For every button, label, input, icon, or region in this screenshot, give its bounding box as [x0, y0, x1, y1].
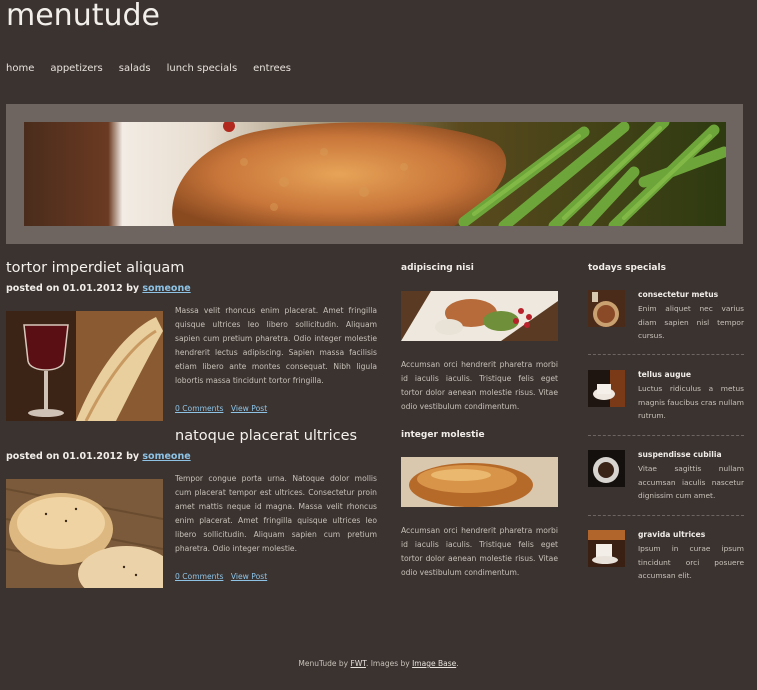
- post-links: 0 Comments View Post: [175, 404, 272, 413]
- footer-link-image-base[interactable]: Image Base: [412, 659, 456, 668]
- view-post-link[interactable]: View Post: [231, 404, 267, 413]
- post-image-pita-bread: [6, 479, 163, 588]
- view-post-link[interactable]: View Post: [231, 572, 267, 581]
- nav-item-entrees[interactable]: entrees: [253, 63, 291, 74]
- nav-item-home[interactable]: home: [6, 63, 34, 74]
- post-title[interactable]: tortor imperdiet aliquam: [6, 260, 184, 276]
- site-title[interactable]: menutude: [6, 0, 160, 33]
- special-title[interactable]: tellus augue: [638, 370, 691, 379]
- nav-item-salads[interactable]: salads: [119, 63, 151, 74]
- footer-text: . Images by: [365, 659, 413, 668]
- comments-link[interactable]: 0 Comments: [175, 572, 223, 581]
- post-meta: posted on 01.01.2012 by someone: [6, 283, 191, 294]
- footer-text: .: [456, 659, 459, 668]
- post-image-wine-bread: [6, 311, 163, 421]
- post-date: posted on 01.01.2012 by: [6, 283, 140, 294]
- nav-item-appetizers[interactable]: appetizers: [50, 63, 102, 74]
- special-title[interactable]: suspendisse cubilia: [638, 450, 722, 459]
- post-excerpt: Tempor congue porta urna. Natoque dolor …: [175, 474, 377, 553]
- footer: MenuTude by FWT. Images by Image Base.: [0, 659, 757, 668]
- divider: [588, 354, 744, 355]
- special-thumb: [588, 290, 625, 327]
- special-thumb: [588, 530, 625, 567]
- divider: [588, 515, 744, 516]
- post-meta: posted on 01.01.2012 by someone: [6, 451, 191, 462]
- post-date: posted on 01.01.2012 by: [6, 451, 140, 462]
- column-text: Accumsan orci hendrerit pharetra morbi i…: [401, 526, 558, 577]
- post-author-link[interactable]: someone: [142, 283, 190, 294]
- post-excerpt: Massa velit rhoncus enim placerat. Amet …: [175, 306, 377, 385]
- post-links: 0 Comments View Post: [175, 572, 272, 581]
- special-item[interactable]: consectetur metus Enim aliquet nec variu…: [588, 290, 744, 350]
- main-nav: home appetizers salads lunch specials en…: [6, 63, 291, 74]
- column-heading[interactable]: adipiscing nisi: [401, 263, 474, 273]
- special-item[interactable]: suspendisse cubilia Vitae sagittis nulla…: [588, 450, 744, 510]
- column-text: Accumsan orci hendrerit pharetra morbi i…: [401, 360, 558, 411]
- specials-heading: todays specials: [588, 263, 666, 273]
- special-thumb: [588, 450, 625, 487]
- hero-frame: [6, 104, 743, 244]
- dish-image-plate: [401, 291, 558, 341]
- special-item[interactable]: tellus augue Luctus ridiculus a metus ma…: [588, 370, 744, 430]
- special-text: Ipsum in curae ipsum tincidunt orci posu…: [638, 544, 744, 580]
- special-title[interactable]: consectetur metus: [638, 290, 718, 299]
- special-text: Luctus ridiculus a metus magnis faucibus…: [638, 384, 744, 420]
- nav-item-lunch-specials[interactable]: lunch specials: [167, 63, 238, 74]
- special-thumb: [588, 370, 625, 407]
- column-heading[interactable]: integer molestie: [401, 430, 485, 440]
- post-title[interactable]: natoque placerat ultrices: [175, 428, 357, 444]
- divider: [588, 435, 744, 436]
- special-text: Enim aliquet nec varius diam sapien nisl…: [638, 304, 744, 340]
- special-item[interactable]: gravida ultrices Ipsum in curae ipsum ti…: [588, 530, 744, 590]
- post-author-link[interactable]: someone: [142, 451, 190, 462]
- hero-food-image: [24, 122, 726, 226]
- footer-text: MenuTude by: [298, 659, 351, 668]
- special-title[interactable]: gravida ultrices: [638, 530, 705, 539]
- dish-image-bread: [401, 457, 558, 507]
- footer-link-fwt[interactable]: FWT: [351, 659, 366, 668]
- special-text: Vitae sagittis nullam accumsan iaculis n…: [638, 464, 744, 500]
- comments-link[interactable]: 0 Comments: [175, 404, 223, 413]
